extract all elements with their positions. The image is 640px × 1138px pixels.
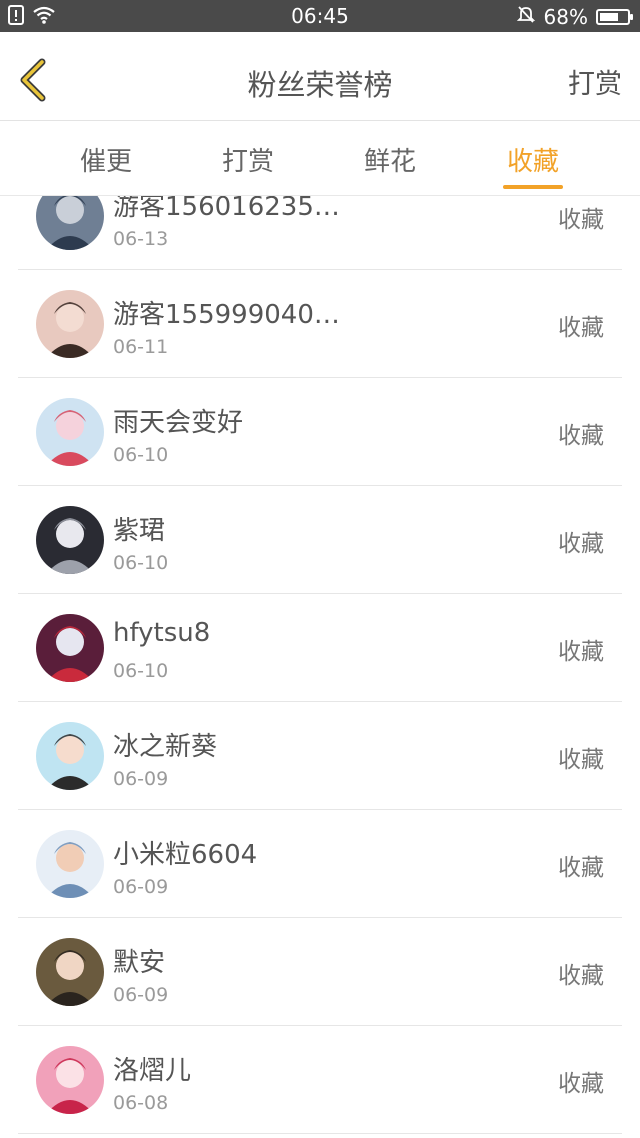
action-type: 收藏 [558, 639, 604, 665]
fan-row[interactable]: 游客1559990404... 06-11 收藏 [0, 270, 640, 378]
silent-bell-icon [516, 4, 536, 29]
tab-label: 收藏 [506, 147, 559, 177]
fan-name: 紫珺 [113, 516, 166, 546]
fan-name: 雨天会变好 [113, 408, 244, 438]
fan-row[interactable]: 洛熠儿 06-08 收藏 [0, 1026, 640, 1134]
avatar[interactable] [36, 722, 104, 790]
tab-label: 催更 [79, 147, 132, 177]
fan-date: 06-09 [113, 876, 169, 898]
fan-row[interactable]: hfytsu8 06-10 收藏 [0, 594, 640, 702]
active-tab-indicator [503, 185, 563, 189]
tab-reward[interactable]: 打赏 [188, 141, 308, 178]
avatar[interactable] [36, 196, 104, 250]
fan-date: 06-08 [113, 1092, 169, 1114]
action-type: 收藏 [558, 531, 604, 557]
fan-name: 游客1559990404... [113, 300, 353, 330]
action-type: 收藏 [558, 207, 604, 233]
fan-name: 冰之新葵 [113, 732, 218, 762]
tab-urge[interactable]: 催更 [46, 141, 166, 178]
fan-row[interactable]: 小米粒6604 06-09 收藏 [0, 810, 640, 918]
avatar[interactable] [36, 290, 104, 358]
fan-list[interactable]: 游客1560162357... 06-13 收藏 游客1559990404... 06-… [0, 196, 640, 1138]
fan-date: 06-10 [113, 552, 169, 574]
tab-label: 鲜花 [363, 147, 416, 177]
fan-name: 默安 [113, 948, 166, 978]
status-bar: 06:45 68% [0, 0, 640, 32]
fan-row[interactable]: 默安 06-09 收藏 [0, 918, 640, 1026]
battery-percent: 68% [543, 4, 588, 29]
fan-name: 游客1560162357... [113, 196, 353, 222]
page-title: 粉丝荣誉榜 [247, 68, 393, 102]
fan-list-content: 游客1560162357... 06-13 收藏 游客1559990404... 06-… [0, 196, 640, 1134]
avatar[interactable] [36, 506, 104, 574]
fan-date: 06-11 [113, 336, 169, 358]
action-type: 收藏 [558, 747, 604, 773]
fan-row[interactable]: 游客1560162357... 06-13 收藏 [0, 196, 640, 270]
avatar[interactable] [36, 398, 104, 466]
fan-row[interactable]: 雨天会变好 06-10 收藏 [0, 378, 640, 486]
fan-date: 06-09 [113, 984, 169, 1006]
tab-collect[interactable]: 收藏 [473, 141, 593, 189]
fan-row[interactable]: 紫珺 06-10 收藏 [0, 486, 640, 594]
tab-flowers[interactable]: 鲜花 [330, 141, 450, 178]
fan-date: 06-09 [113, 768, 169, 790]
battery-icon [596, 8, 633, 25]
avatar[interactable] [36, 830, 104, 898]
tab-label: 打赏 [221, 147, 274, 177]
action-type: 收藏 [558, 1071, 604, 1097]
fan-date: 06-10 [113, 660, 169, 682]
battery-level [600, 12, 618, 21]
app-header: 粉丝荣誉榜 打赏 [0, 32, 640, 121]
action-type: 收藏 [558, 855, 604, 881]
status-right: 68% [516, 4, 633, 29]
fan-name: hfytsu8 [113, 618, 211, 648]
action-type: 收藏 [558, 963, 604, 989]
tab-bar: 催更 打赏 鲜花 收藏 [0, 121, 640, 196]
action-type: 收藏 [558, 315, 604, 341]
fan-row[interactable]: 冰之新葵 06-09 收藏 [0, 702, 640, 810]
action-type: 收藏 [558, 423, 604, 449]
fan-date: 06-10 [113, 444, 169, 466]
avatar[interactable] [36, 938, 104, 1006]
avatar[interactable] [36, 614, 104, 682]
fan-name: 小米粒6604 [113, 840, 258, 870]
avatar[interactable] [36, 1046, 104, 1114]
fan-date: 06-13 [113, 228, 169, 250]
reward-button[interactable]: 打赏 [568, 62, 622, 101]
fan-name: 洛熠儿 [113, 1056, 192, 1086]
